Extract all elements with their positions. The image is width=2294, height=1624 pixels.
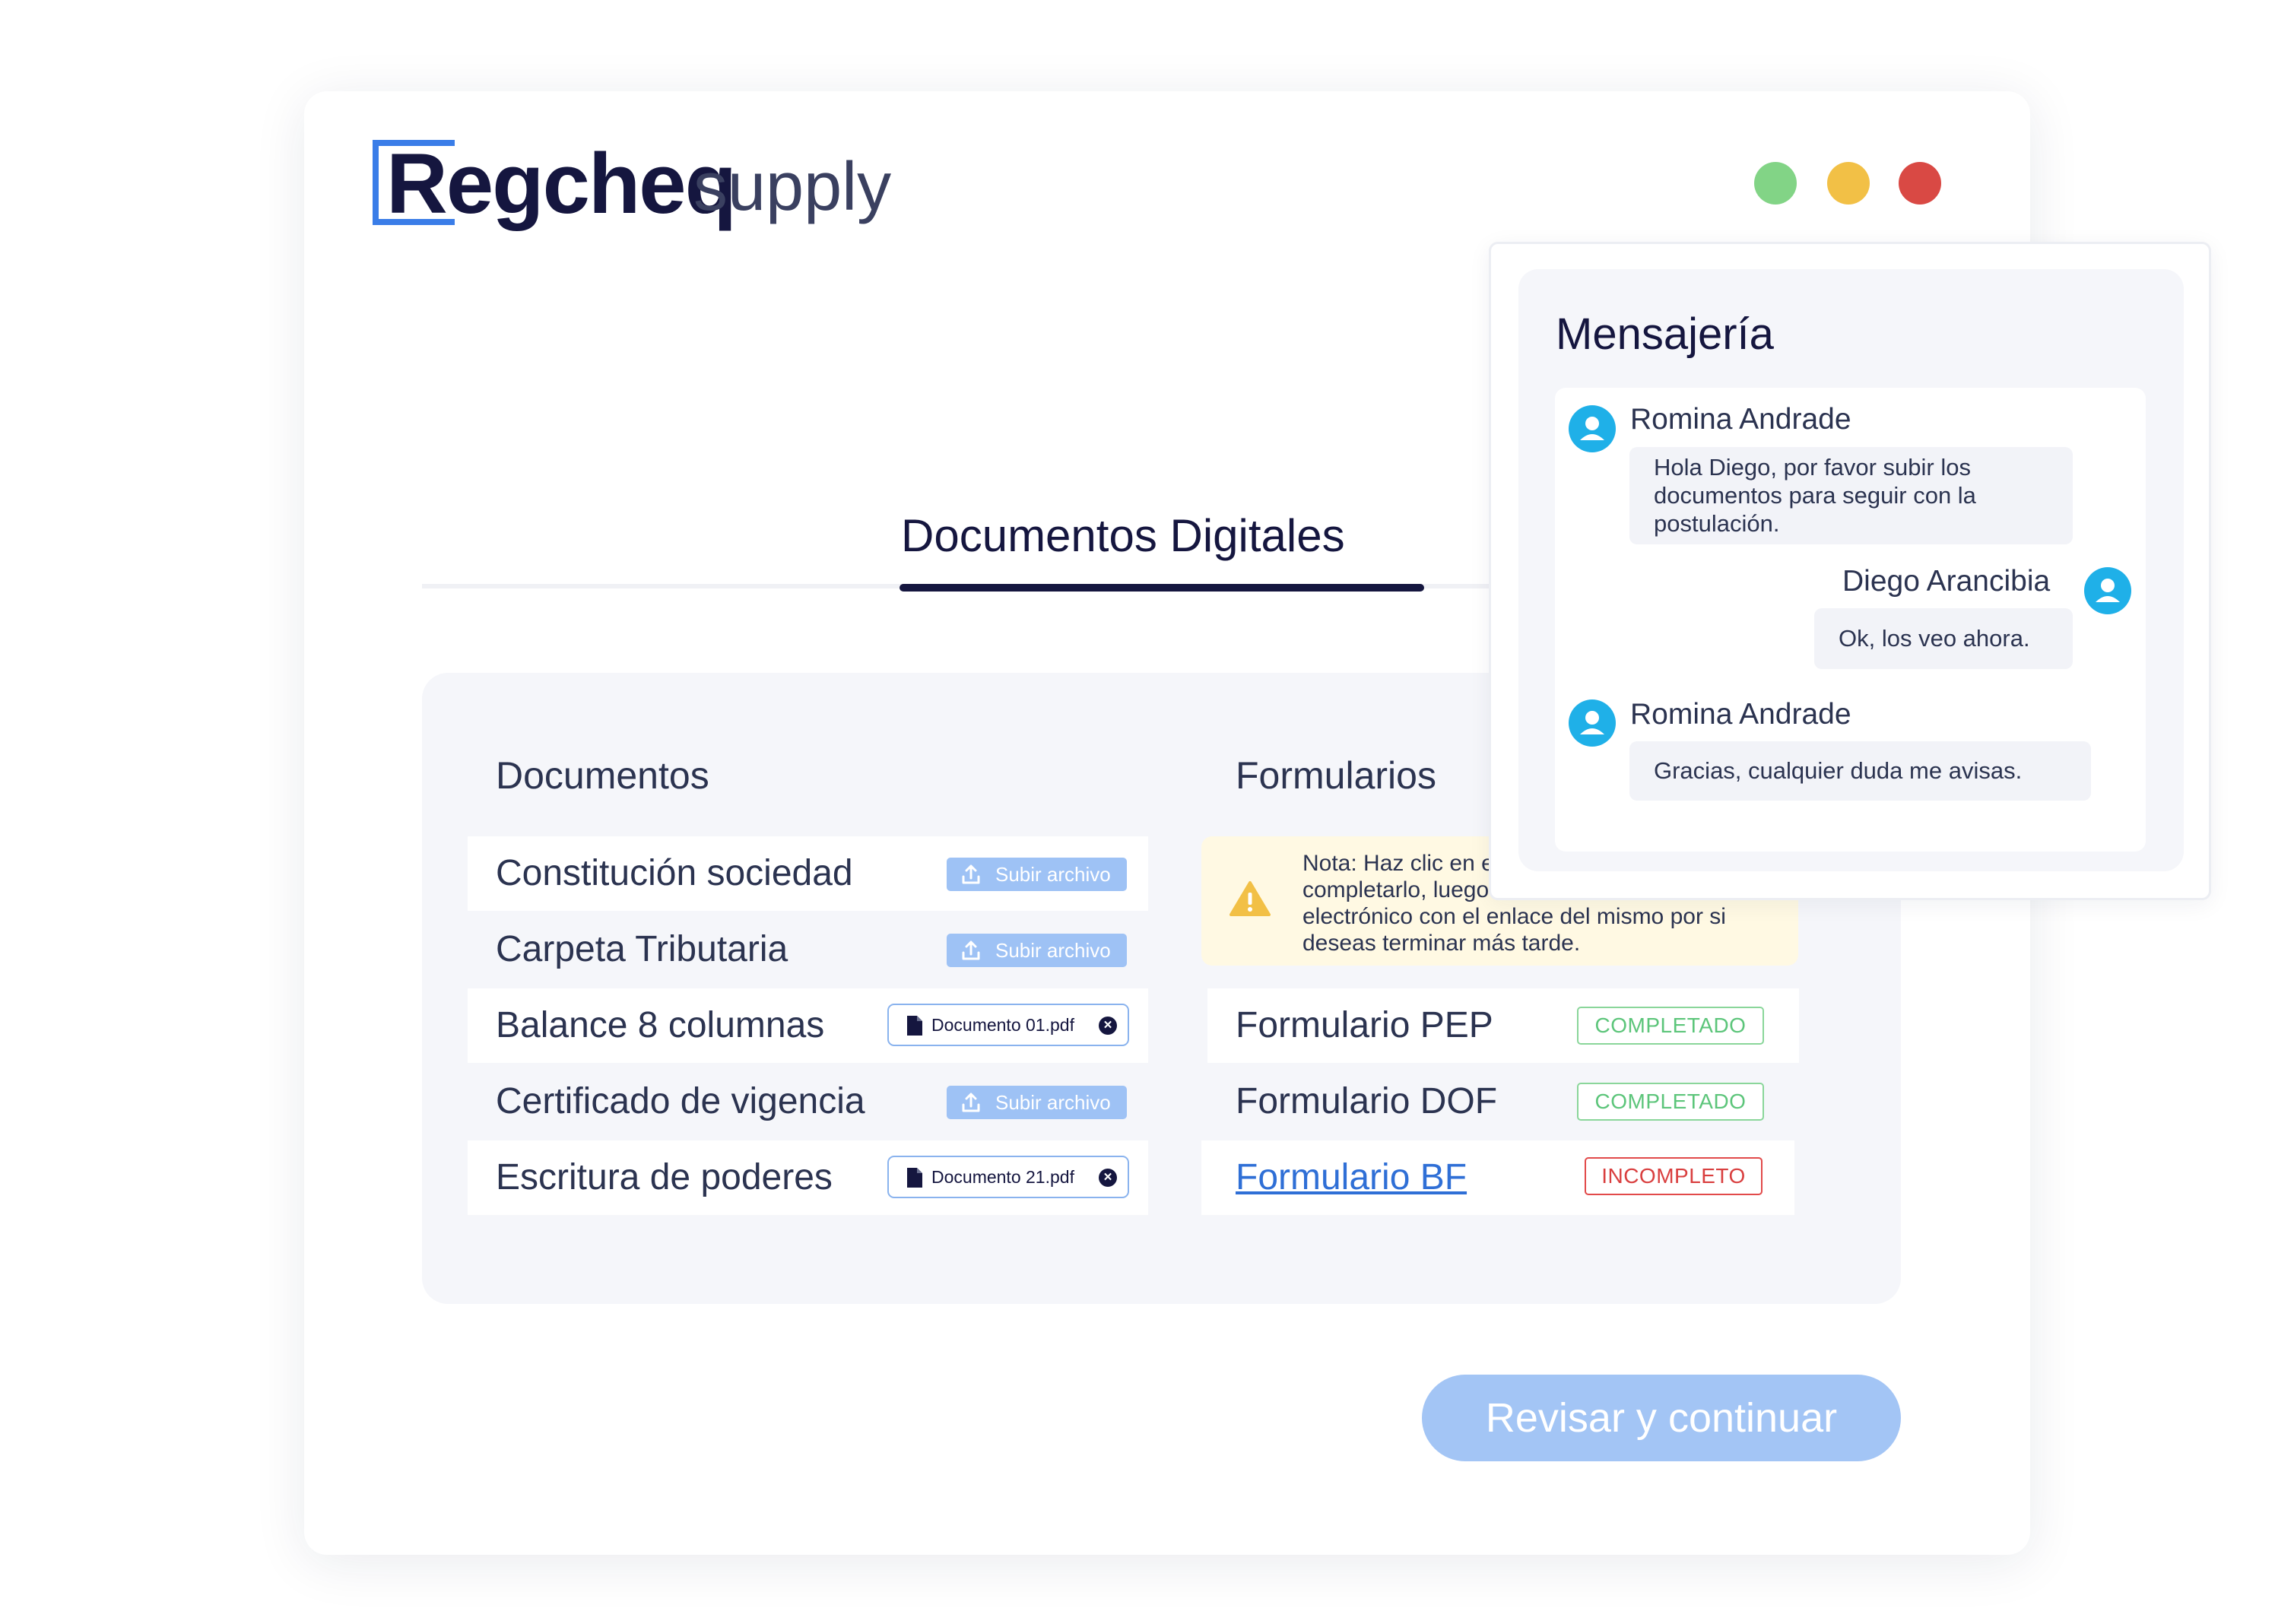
upload-file-button[interactable]: Subir archivo [947, 1086, 1127, 1119]
document-row: Escritura de poderes Documento 21.pdf ✕ [468, 1140, 1148, 1215]
user-avatar-icon [2084, 567, 2131, 614]
document-label: Carpeta Tributaria [496, 929, 788, 969]
form-row[interactable]: Formulario BF INCOMPLETO [1201, 1140, 1794, 1215]
document-row: Balance 8 columnas Documento 01.pdf ✕ [468, 988, 1148, 1063]
status-badge: COMPLETADO [1577, 1083, 1764, 1121]
remove-file-icon[interactable]: ✕ [1099, 1169, 1117, 1187]
forms-heading: Formularios [1236, 754, 1436, 797]
file-name: Documento 01.pdf [931, 1015, 1074, 1035]
status-badge: COMPLETADO [1577, 1007, 1764, 1045]
brand-name: Regcheq [386, 136, 737, 231]
message-bubble: Ok, los veo ahora. [1814, 608, 2073, 669]
user-avatar-icon [1569, 699, 1616, 747]
form-row[interactable]: Formulario PEP COMPLETADO [1207, 988, 1799, 1063]
message-bubble: Gracias, cualquier duda me avisas. [1629, 741, 2091, 801]
file-icon [907, 1016, 922, 1036]
uploaded-file-chip[interactable]: Documento 21.pdf ✕ [887, 1156, 1129, 1198]
continue-button[interactable]: Revisar y continuar [1422, 1375, 1901, 1461]
remove-file-icon[interactable]: ✕ [1099, 1017, 1117, 1035]
upload-button-label: Subir archivo [995, 1091, 1111, 1114]
upload-file-button[interactable]: Subir archivo [947, 934, 1127, 967]
upload-icon [962, 864, 980, 884]
warning-icon [1229, 881, 1271, 916]
message-bubble: Hola Diego, por favor subir los document… [1629, 447, 2073, 544]
documents-heading: Documentos [496, 754, 709, 797]
document-label: Certificado de vigencia [496, 1081, 865, 1121]
document-row: Certificado de vigencia Subir archivo [468, 1064, 1148, 1139]
uploaded-file-chip[interactable]: Documento 01.pdf ✕ [887, 1004, 1129, 1046]
document-label: Escritura de poderes [496, 1157, 833, 1197]
document-label: Balance 8 columnas [496, 1005, 825, 1045]
upload-button-label: Subir archivo [995, 863, 1111, 886]
document-row: Constitución sociedad Subir archivo [468, 836, 1148, 911]
form-label[interactable]: Formulario PEP [1236, 988, 1493, 1063]
message-sender: Diego Arancibia [1842, 565, 2051, 598]
file-name: Documento 21.pdf [931, 1167, 1074, 1187]
upload-file-button[interactable]: Subir archivo [947, 858, 1127, 891]
upload-icon [962, 940, 980, 960]
message-sender: Romina Andrade [1630, 698, 1851, 731]
upload-icon [962, 1093, 980, 1112]
messaging-title: Mensajería [1556, 309, 1774, 359]
window-minimize-button[interactable] [1827, 162, 1870, 205]
window-close-button[interactable] [1899, 162, 1941, 205]
file-icon [907, 1168, 922, 1188]
upload-button-label: Subir archivo [995, 939, 1111, 962]
document-label: Constitución sociedad [496, 853, 853, 893]
tab-documentos-digitales[interactable]: Documentos Digitales [901, 506, 1433, 566]
form-label[interactable]: Formulario DOF [1236, 1064, 1497, 1139]
message-sender: Romina Andrade [1630, 403, 1851, 436]
window-maximize-button[interactable] [1754, 162, 1797, 205]
form-row[interactable]: Formulario DOF COMPLETADO [1207, 1064, 1799, 1139]
user-avatar-icon [1569, 405, 1616, 452]
form-link[interactable]: Formulario BF [1236, 1140, 1467, 1215]
brand-product: supply [693, 149, 892, 225]
status-badge: INCOMPLETO [1585, 1157, 1763, 1195]
active-tab-indicator [900, 584, 1424, 592]
document-row: Carpeta Tributaria Subir archivo [468, 912, 1148, 987]
